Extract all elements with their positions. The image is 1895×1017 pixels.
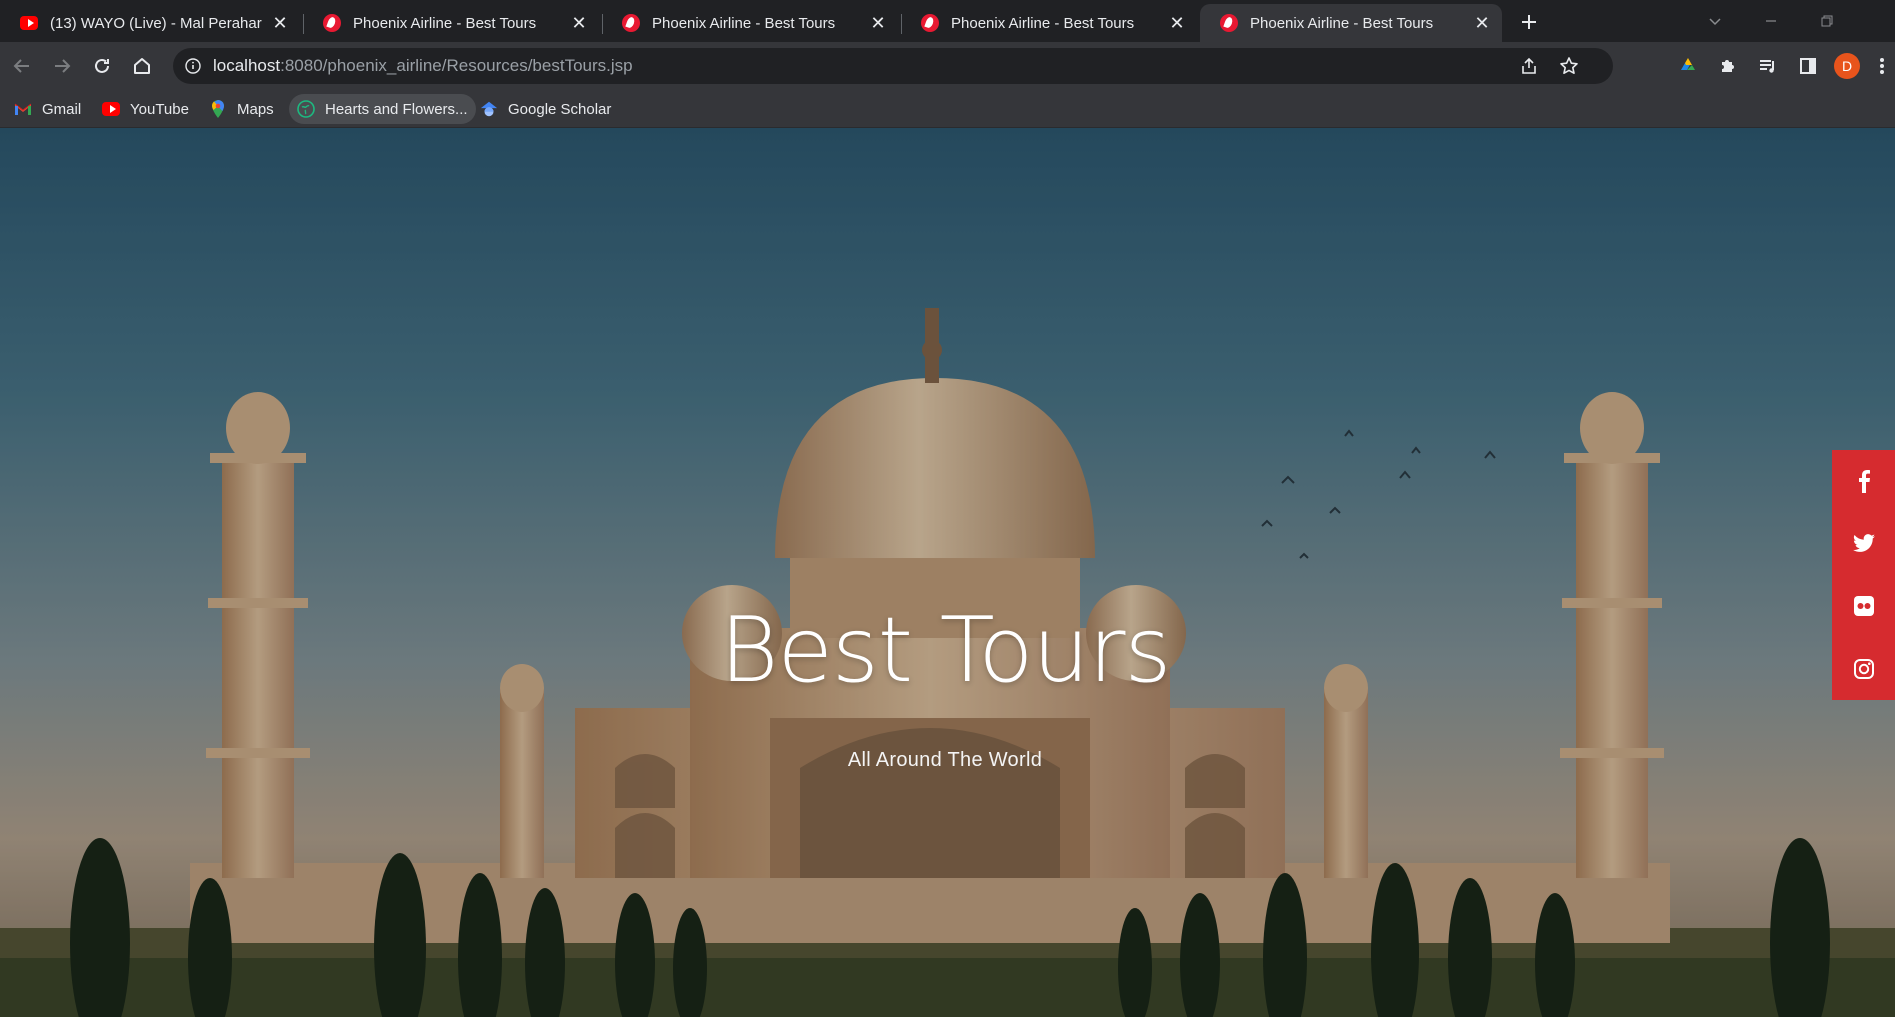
tab-search-button[interactable] bbox=[1692, 6, 1738, 36]
facebook-link[interactable] bbox=[1832, 450, 1895, 513]
chevron-down-icon bbox=[1709, 18, 1721, 26]
bookmark-youtube[interactable]: YouTube bbox=[94, 94, 197, 124]
browser-tab[interactable]: Phoenix Airline - Best Tours ✕ bbox=[901, 4, 1197, 42]
hero-title: Best Tours bbox=[719, 598, 1172, 703]
back-button[interactable] bbox=[6, 50, 38, 82]
playlist-icon bbox=[1760, 60, 1774, 73]
gmail-icon bbox=[14, 100, 32, 118]
url-text: localhost:8080/phoenix_airline/Resources… bbox=[213, 48, 633, 84]
browser-tab[interactable]: (13) WAYO (Live) - Mal Perahara ✕ bbox=[0, 4, 300, 42]
home-button[interactable] bbox=[126, 50, 158, 82]
flickr-icon bbox=[1853, 596, 1874, 617]
airline-icon bbox=[1220, 14, 1238, 32]
bookmark-hearts-and-flowers[interactable]: Hearts and Flowers... bbox=[289, 94, 476, 124]
restore-button[interactable] bbox=[1804, 6, 1850, 36]
tab-title: Phoenix Airline - Best Tours bbox=[652, 14, 836, 32]
youtube-icon bbox=[20, 14, 38, 32]
reload-icon bbox=[95, 58, 109, 73]
hero-subtitle: All Around The World bbox=[847, 749, 1043, 771]
bookmarks-bar: Gmail YouTube Maps Hearts and Flowers...… bbox=[0, 90, 1895, 128]
bookmark-label: Gmail bbox=[42, 100, 82, 118]
tab-title: Phoenix Airline - Best Tours bbox=[353, 14, 537, 32]
social-sidebar bbox=[1832, 450, 1895, 700]
media-button[interactable] bbox=[1752, 50, 1784, 82]
browser-toolbar: localhost:8080/phoenix_airline/Resources… bbox=[0, 42, 1895, 90]
more-vert-icon bbox=[1880, 58, 1884, 74]
airline-icon bbox=[622, 14, 640, 32]
tab-title: Phoenix Airline - Best Tours bbox=[1250, 14, 1434, 32]
bookmark-star-icon[interactable] bbox=[1557, 54, 1581, 78]
browser-tab[interactable]: Phoenix Airline - Best Tours ✕ bbox=[303, 4, 599, 42]
twitter-icon bbox=[1852, 533, 1875, 552]
bookmark-gmail[interactable]: Gmail bbox=[6, 94, 89, 124]
close-icon[interactable]: ✕ bbox=[569, 13, 589, 33]
extensions-button[interactable] bbox=[1712, 50, 1744, 82]
minimize-button[interactable] bbox=[1748, 6, 1794, 36]
url-path: :8080/phoenix_airline/Resources/bestTour… bbox=[280, 56, 633, 75]
bookmark-label: YouTube bbox=[130, 100, 189, 118]
hero-overlay bbox=[0, 128, 1895, 1017]
globe-icon bbox=[297, 100, 315, 118]
close-icon[interactable]: ✕ bbox=[270, 13, 290, 33]
hero-section: Best Tours All Around The World bbox=[0, 128, 1895, 1017]
close-icon[interactable]: ✕ bbox=[1167, 13, 1187, 33]
plus-icon bbox=[1522, 15, 1536, 29]
arrow-right-icon bbox=[55, 59, 71, 73]
address-bar[interactable]: localhost:8080/phoenix_airline/Resources… bbox=[173, 48, 1613, 84]
twitter-link[interactable] bbox=[1832, 513, 1895, 576]
instagram-icon bbox=[1853, 658, 1874, 679]
forward-button[interactable] bbox=[46, 50, 78, 82]
share-icon[interactable] bbox=[1517, 54, 1541, 78]
restore-icon bbox=[1821, 15, 1833, 27]
bookmark-label: Google Scholar bbox=[508, 100, 612, 118]
facebook-icon bbox=[1858, 470, 1870, 494]
bookmark-label: Maps bbox=[237, 100, 274, 118]
tab-strip: (13) WAYO (Live) - Mal Perahara ✕ Phoeni… bbox=[0, 0, 1895, 42]
side-panel-icon bbox=[1800, 58, 1816, 74]
page-viewport: Best Tours All Around The World bbox=[0, 128, 1895, 1017]
bookmark-label: Hearts and Flowers... bbox=[325, 100, 468, 118]
browser-tab[interactable]: Phoenix Airline - Best Tours ✕ bbox=[602, 4, 898, 42]
profile-avatar[interactable]: D bbox=[1834, 53, 1860, 79]
tab-title: (13) WAYO (Live) - Mal Perahara bbox=[50, 14, 262, 32]
instagram-link[interactable] bbox=[1832, 638, 1895, 701]
new-tab-button[interactable] bbox=[1515, 8, 1543, 36]
side-panel-button[interactable] bbox=[1792, 50, 1824, 82]
airline-icon bbox=[323, 14, 341, 32]
bookmark-google-scholar[interactable]: Google Scholar bbox=[472, 94, 619, 124]
browser-tab-active[interactable]: Phoenix Airline - Best Tours ✕ bbox=[1200, 4, 1502, 42]
home-icon bbox=[134, 58, 150, 74]
reload-button[interactable] bbox=[86, 50, 118, 82]
puzzle-icon bbox=[1722, 60, 1734, 72]
close-icon[interactable]: ✕ bbox=[868, 13, 888, 33]
minimize-icon bbox=[1766, 20, 1776, 22]
airline-icon bbox=[921, 14, 939, 32]
arrow-left-icon bbox=[13, 59, 29, 73]
extension-button[interactable] bbox=[1672, 50, 1704, 82]
maps-icon bbox=[209, 100, 227, 118]
youtube-icon bbox=[102, 100, 120, 118]
tab-title: Phoenix Airline - Best Tours bbox=[951, 14, 1135, 32]
google-drive-extension-icon bbox=[1681, 58, 1695, 70]
menu-button[interactable] bbox=[1872, 50, 1892, 82]
bookmark-maps[interactable]: Maps bbox=[201, 94, 282, 124]
close-icon[interactable]: ✕ bbox=[1472, 13, 1492, 33]
flickr-link[interactable] bbox=[1832, 575, 1895, 638]
info-icon[interactable] bbox=[183, 56, 203, 76]
url-host: localhost bbox=[213, 56, 281, 75]
scholar-icon bbox=[480, 100, 498, 118]
